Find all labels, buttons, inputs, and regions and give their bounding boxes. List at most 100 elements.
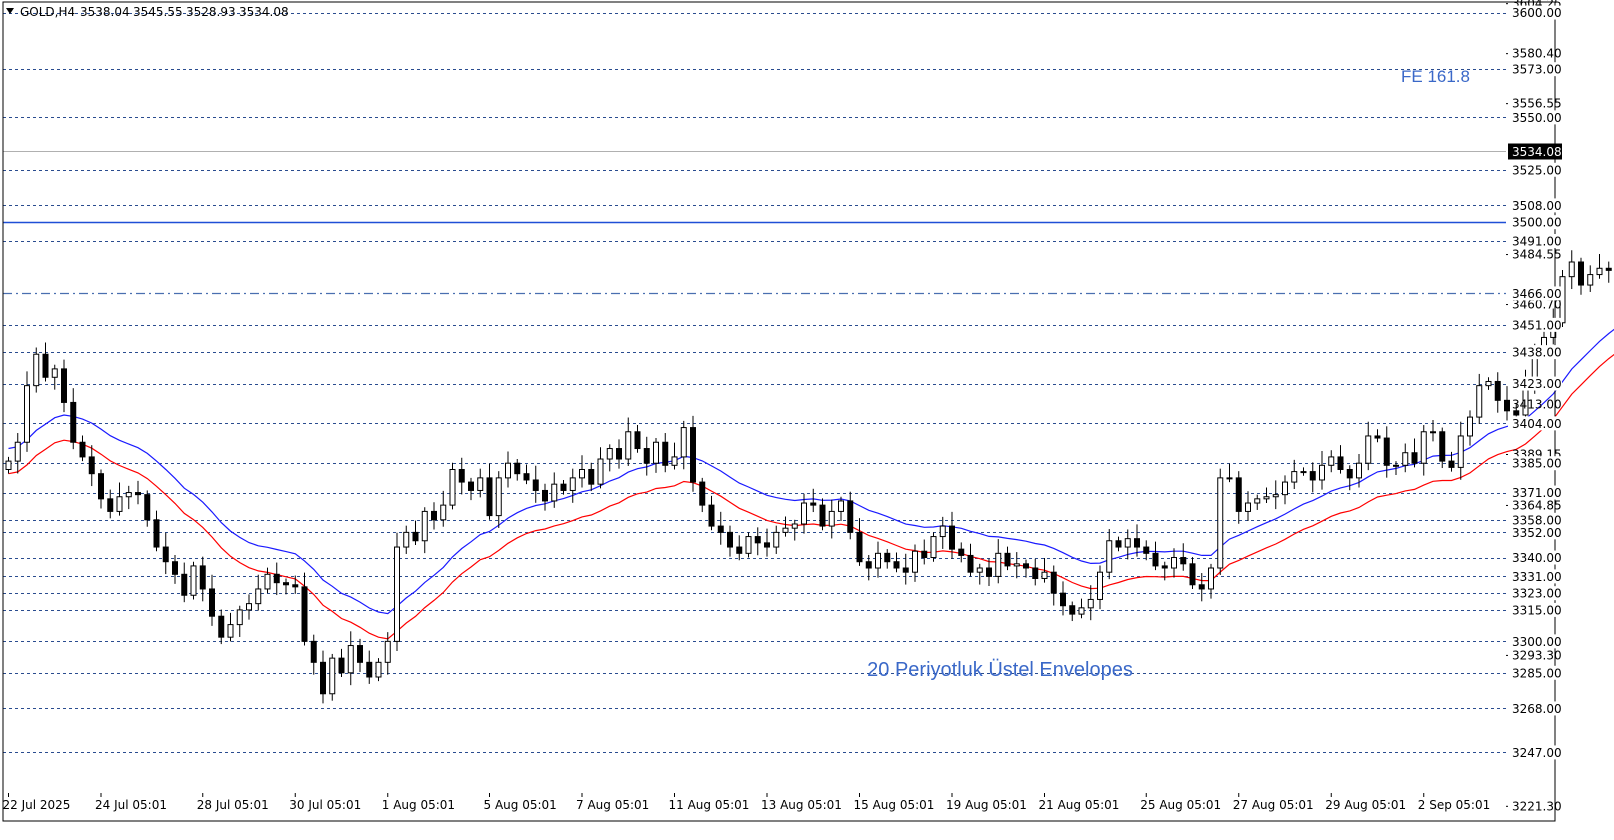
- candle-body: [116, 496, 123, 512]
- candle-body: [1319, 464, 1325, 481]
- candle-body: [708, 504, 715, 527]
- level-price-label: 3491.00: [1512, 235, 1562, 249]
- candle-body: [1420, 431, 1427, 464]
- candle-body: [569, 477, 576, 491]
- price-tick-label: 3293.30: [1512, 648, 1562, 662]
- candle-body: [1439, 431, 1446, 462]
- level-price-label: 3340.00: [1512, 551, 1562, 565]
- candle-body: [449, 468, 456, 506]
- candle-body: [1134, 538, 1140, 548]
- candle-body: [1605, 267, 1612, 271]
- candle-body: [606, 448, 613, 460]
- candle-body: [1060, 592, 1066, 607]
- candle-body: [440, 504, 447, 521]
- candle-body: [828, 510, 835, 527]
- candle-body: [588, 468, 595, 485]
- candle-body: [394, 546, 400, 642]
- candle-body: [690, 427, 696, 483]
- symbol-label: GOLD,H4: [20, 5, 75, 19]
- candle-body: [736, 546, 743, 554]
- candle-body: [209, 588, 215, 617]
- candle-body: [1087, 598, 1094, 609]
- candle-body: [486, 477, 493, 517]
- candle-body: [653, 441, 659, 464]
- candle-body: [264, 573, 271, 590]
- candle-body: [634, 431, 641, 450]
- candle-body: [976, 567, 983, 573]
- price-chart[interactable]: GOLD,H4 3538.04 3545.55 3528.93 3534.08 …: [0, 0, 1614, 840]
- candle-body: [1124, 538, 1131, 548]
- candle-body: [782, 527, 789, 533]
- candle-body: [727, 531, 733, 548]
- candle-body: [958, 548, 965, 556]
- low-value: 3528.93: [186, 5, 236, 19]
- candle-body: [51, 368, 58, 378]
- candle-body: [338, 657, 345, 674]
- high-value: 3545.55: [133, 5, 183, 19]
- candle-body: [745, 536, 752, 554]
- candle-body: [662, 441, 669, 466]
- candle-body: [930, 536, 937, 559]
- candle-body: [1023, 563, 1029, 569]
- price-tick-label: 3556.55: [1512, 97, 1562, 111]
- time-tick-label: 22 Jul 2025: [3, 798, 71, 812]
- candle-body: [847, 500, 854, 533]
- candle-body: [1013, 563, 1020, 567]
- candle-body: [347, 645, 354, 674]
- candle-body: [495, 477, 502, 517]
- candle-body: [412, 531, 419, 542]
- candle-body: [1032, 567, 1039, 579]
- candle-body: [199, 565, 206, 590]
- candle-body: [967, 554, 974, 573]
- candle-body: [1476, 385, 1483, 418]
- price-tick-label: 3364.85: [1512, 498, 1562, 512]
- candle-body: [625, 431, 632, 460]
- candle-body: [616, 448, 622, 460]
- candle-body: [1272, 494, 1279, 498]
- level-price-label: 3323.00: [1512, 587, 1562, 601]
- candle-body: [477, 477, 484, 491]
- candle-body: [1578, 261, 1584, 286]
- candle-body: [384, 640, 391, 663]
- level-price-label: 3525.00: [1512, 163, 1562, 177]
- level-price-label: 3500.00: [1512, 216, 1562, 230]
- candle-body: [301, 586, 308, 642]
- candle-body: [801, 502, 807, 525]
- time-tick-label: 30 Jul 05:01: [289, 798, 361, 812]
- candle-body: [431, 510, 437, 521]
- candle-body: [135, 492, 141, 496]
- time-tick-label: 13 Aug 05:01: [761, 798, 842, 812]
- candle-body: [98, 473, 104, 500]
- candle-body: [172, 561, 178, 575]
- candle-body: [1291, 471, 1298, 483]
- candle-body: [643, 448, 650, 464]
- candle-body: [1235, 477, 1242, 512]
- candle-body: [912, 550, 918, 573]
- price-tick-label: 3221.30: [1512, 799, 1562, 813]
- candle-body: [458, 468, 465, 483]
- candle-body: [1189, 563, 1196, 586]
- level-price-label: 3352.00: [1512, 526, 1562, 540]
- candle-body: [1402, 452, 1409, 466]
- candle-body: [551, 483, 558, 502]
- candle-body: [1078, 607, 1085, 615]
- time-tick-label: 2 Sep 05:01: [1418, 798, 1490, 812]
- time-tick-label: 24 Jul 05:01: [95, 798, 167, 812]
- candle-body: [819, 504, 826, 527]
- candle-body: [1198, 584, 1205, 590]
- candle-body: [366, 661, 373, 678]
- time-tick-label: 28 Jul 05:01: [197, 798, 269, 812]
- candle-body: [949, 525, 955, 550]
- candle-body: [764, 542, 770, 548]
- level-price-label: 3371.00: [1512, 486, 1562, 500]
- candle-body: [671, 456, 678, 466]
- candle-body: [856, 531, 863, 563]
- candle-body: [884, 552, 891, 563]
- candle-body: [1457, 435, 1464, 468]
- candle-body: [939, 525, 946, 538]
- candle-body: [1041, 571, 1048, 579]
- candle-body: [1568, 261, 1575, 278]
- candle-body: [1337, 456, 1344, 470]
- candle-body: [1596, 267, 1603, 276]
- candle-body: [532, 479, 539, 491]
